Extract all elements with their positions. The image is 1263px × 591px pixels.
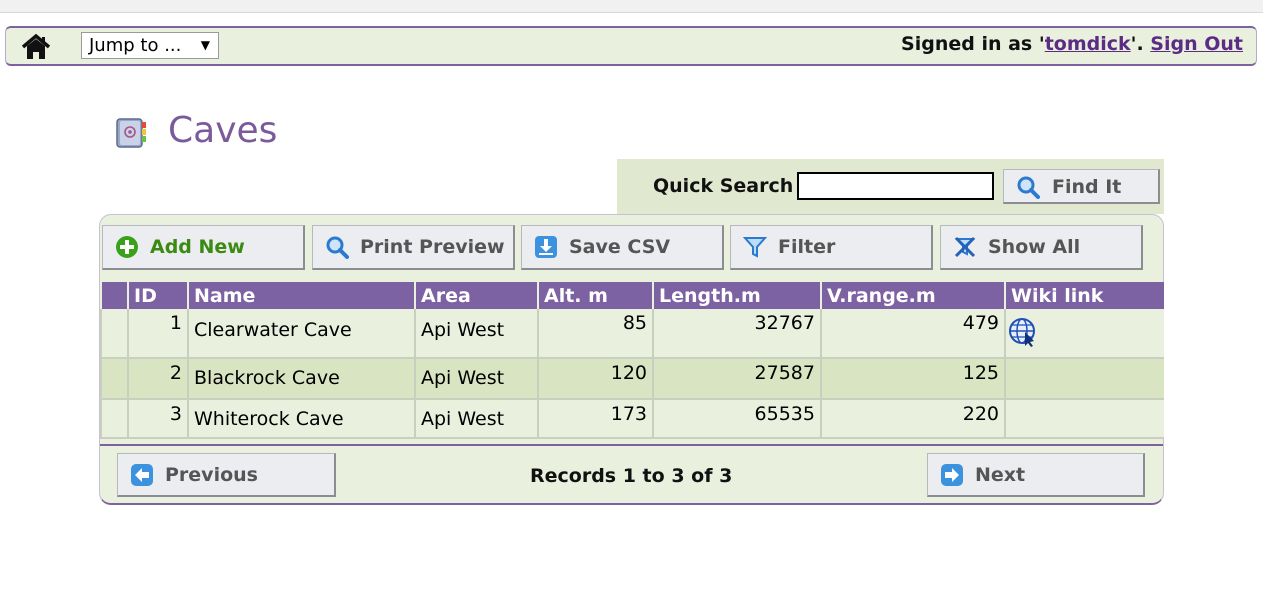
sign-out-link[interactable]: Sign Out [1150, 33, 1243, 55]
table-header-row: ID Name Area Alt. m Length.m V.range.m W… [100, 282, 1164, 309]
filter-button[interactable]: Filter [730, 225, 933, 270]
header-name[interactable]: Name [187, 282, 415, 309]
home-icon[interactable] [20, 32, 52, 62]
table-row[interactable]: 3 Whiterock Cave Api West 173 65535 220 [100, 399, 1164, 439]
cell-length: 27587 [652, 358, 821, 400]
table-row[interactable]: 1 Clearwater Cave Api West 85 32767 479 [100, 309, 1164, 359]
pager-divider [100, 444, 1163, 446]
cell-area: Api West [414, 399, 538, 439]
cell-wiki [1004, 309, 1164, 359]
show-all-button[interactable]: Show All [940, 225, 1143, 270]
cell-alt: 85 [537, 309, 653, 359]
next-label: Next [975, 464, 1026, 486]
cell-id: 1 [127, 309, 188, 359]
row-select-cell[interactable] [100, 309, 128, 359]
cell-wiki [1004, 358, 1164, 400]
signed-in-status: Signed in as 'tomdick'. Sign Out [901, 33, 1243, 55]
plus-circle-icon [115, 235, 139, 259]
cell-vrange: 479 [820, 309, 1005, 359]
address-book-icon [113, 116, 147, 150]
page-title: Caves [168, 110, 278, 151]
header-length[interactable]: Length.m [652, 282, 821, 309]
arrow-right-icon [940, 463, 964, 487]
records-count: Records 1 to 3 of 3 [530, 465, 733, 487]
globe-link-icon[interactable] [1009, 318, 1038, 352]
find-it-label: Find It [1052, 176, 1122, 198]
records-panel: Add New Print Preview Save CSV Filter Sh… [99, 214, 1164, 505]
quick-search-label: Quick Search [653, 175, 794, 197]
add-new-button[interactable]: Add New [102, 225, 305, 270]
save-csv-label: Save CSV [569, 236, 671, 258]
browser-top-strip [0, 0, 1263, 13]
header-id[interactable]: ID [127, 282, 188, 309]
funnel-icon [742, 235, 768, 259]
jump-to-select[interactable]: Jump to ... ▼ [81, 32, 219, 59]
find-it-button[interactable]: Find It [1003, 169, 1160, 204]
cell-alt: 173 [537, 399, 653, 439]
header-vrange[interactable]: V.range.m [820, 282, 1005, 309]
previous-button[interactable]: Previous [117, 453, 336, 497]
cell-name: Whiterock Cave [187, 399, 415, 439]
cell-id: 2 [127, 358, 188, 400]
table-row[interactable]: 2 Blackrock Cave Api West 120 27587 125 [100, 358, 1164, 400]
cell-area: Api West [414, 358, 538, 400]
cell-vrange: 220 [820, 399, 1005, 439]
signed-in-prefix: Signed in as ' [901, 33, 1045, 55]
magnifier-icon [1016, 175, 1040, 199]
download-icon [534, 235, 558, 259]
arrow-left-icon [130, 463, 154, 487]
cell-name: Clearwater Cave [187, 309, 415, 359]
print-preview-button[interactable]: Print Preview [312, 225, 515, 270]
header-select [100, 282, 128, 309]
show-all-label: Show All [988, 236, 1081, 258]
filter-label: Filter [778, 236, 836, 258]
quick-search-input[interactable] [797, 172, 994, 200]
username-link[interactable]: tomdick [1045, 33, 1131, 55]
next-button[interactable]: Next [927, 453, 1145, 497]
signed-in-mid: '. [1130, 33, 1151, 55]
magnifier-icon [325, 235, 349, 259]
quick-search-bar: Quick Search Find It [617, 159, 1164, 214]
cell-vrange: 125 [820, 358, 1005, 400]
save-csv-button[interactable]: Save CSV [521, 225, 724, 270]
add-new-label: Add New [150, 236, 245, 258]
previous-label: Previous [165, 464, 258, 486]
cell-id: 3 [127, 399, 188, 439]
clear-filter-icon [953, 235, 977, 259]
cell-length: 32767 [652, 309, 821, 359]
header-alt[interactable]: Alt. m [537, 282, 653, 309]
cell-length: 65535 [652, 399, 821, 439]
cell-alt: 120 [537, 358, 653, 400]
caves-table: ID Name Area Alt. m Length.m V.range.m W… [100, 282, 1164, 439]
row-select-cell[interactable] [100, 358, 128, 400]
cell-wiki [1004, 399, 1164, 439]
cell-area: Api West [414, 309, 538, 359]
jump-to-label: Jump to ... [89, 35, 182, 56]
header-area[interactable]: Area [414, 282, 538, 309]
print-preview-label: Print Preview [360, 236, 505, 258]
top-nav-bar: Jump to ... ▼ Signed in as 'tomdick'. Si… [5, 26, 1257, 66]
dropdown-arrow-icon: ▼ [200, 38, 210, 52]
cell-name: Blackrock Cave [187, 358, 415, 400]
header-wiki[interactable]: Wiki link [1004, 282, 1164, 309]
row-select-cell[interactable] [100, 399, 128, 439]
